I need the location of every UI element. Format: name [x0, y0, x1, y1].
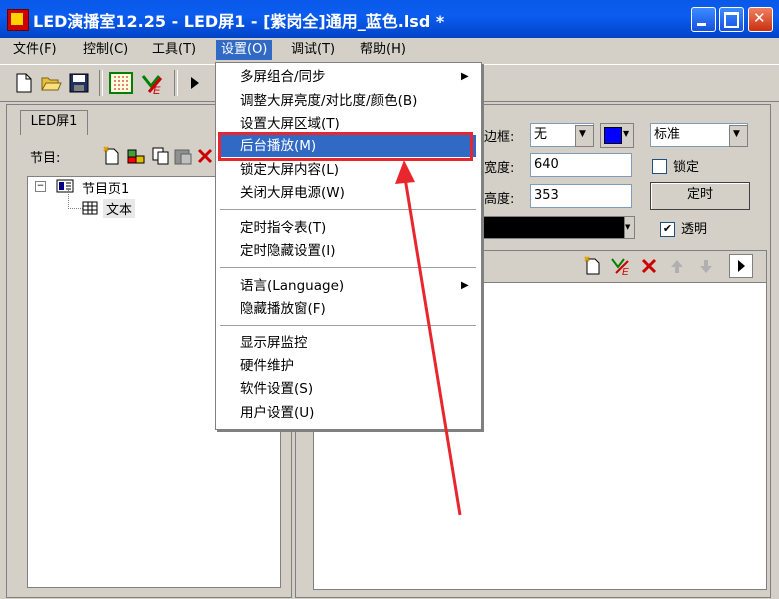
width-label: 宽度:	[484, 161, 515, 176]
delete-item-icon[interactable]	[640, 257, 658, 279]
menu-item-monitor[interactable]: 显示屏监控	[240, 332, 308, 354]
program-label: 节目:	[30, 151, 61, 166]
play-icon[interactable]	[187, 72, 209, 94]
menu-item-timer-hide[interactable]: 定时隐藏设置(I)	[240, 240, 336, 262]
move-up-icon[interactable]	[668, 257, 686, 279]
chevron-down-icon[interactable]: ▼	[624, 216, 635, 239]
menu-item-multi-screen[interactable]: 多屏组合/同步	[240, 66, 326, 88]
height-input[interactable]: 353	[530, 184, 632, 208]
tree-item-text[interactable]: 文本	[103, 199, 136, 218]
menu-settings[interactable]: 设置(O)	[216, 40, 273, 60]
tree-item-page[interactable]: 节目页1	[82, 178, 129, 197]
color-swatch	[604, 127, 622, 144]
delete-icon[interactable]	[196, 146, 214, 170]
menu-help[interactable]: 帮助(H)	[355, 40, 411, 60]
svg-text:E: E	[622, 267, 629, 277]
tree-collapse-toggle[interactable]: −	[35, 181, 46, 192]
height-label: 高度:	[484, 192, 515, 207]
menu-separator	[220, 325, 476, 327]
close-button[interactable]	[748, 7, 773, 32]
menu-item-hardware[interactable]: 硬件维护	[240, 355, 294, 377]
screen-grid-icon[interactable]	[109, 72, 133, 94]
submenu-arrow-icon: ▶	[461, 280, 469, 291]
settings-dropdown: 多屏组合/同步 ▶ 调整大屏亮度/对比度/颜色(B) 设置大屏区域(T) 后台播…	[215, 62, 482, 430]
menu-file[interactable]: 文件(F)	[8, 40, 62, 60]
play-preview-button[interactable]	[729, 254, 753, 278]
svg-text:E: E	[153, 85, 161, 96]
timer-button[interactable]: 定时	[650, 182, 750, 210]
width-input[interactable]: 640	[530, 153, 632, 177]
border-color-picker[interactable]: ▼	[600, 123, 634, 148]
edit-item-icon[interactable]: E	[610, 255, 632, 281]
menu-item-timer-table[interactable]: 定时指令表(T)	[240, 217, 326, 239]
add-program-icon[interactable]	[103, 146, 121, 170]
menu-item-hide-player[interactable]: 隐藏播放窗(F)	[240, 298, 326, 320]
transparent-checkbox[interactable]: ✔	[660, 222, 675, 237]
color-select[interactable]	[480, 216, 626, 239]
add-text-icon[interactable]	[584, 256, 602, 280]
open-folder-icon[interactable]	[40, 72, 62, 94]
toolbar-separator	[99, 70, 103, 96]
text-item-icon	[82, 201, 98, 219]
toolbar-separator	[174, 70, 178, 96]
move-down-icon[interactable]	[697, 257, 715, 279]
menu-control[interactable]: 控制(C)	[78, 40, 133, 60]
annotation-highlight-box	[218, 132, 473, 161]
menu-item-user-settings[interactable]: 用户设置(U)	[240, 402, 314, 424]
copy-icon[interactable]	[151, 146, 171, 170]
menu-separator	[220, 209, 476, 211]
edit-text-icon[interactable]: E	[141, 72, 163, 97]
style-select-value: 标准	[654, 127, 681, 142]
lock-label: 锁定	[673, 160, 700, 175]
chevron-down-icon[interactable]	[575, 125, 594, 147]
minimize-button[interactable]	[691, 7, 716, 32]
width-value: 640	[534, 157, 559, 172]
height-value: 353	[534, 188, 559, 203]
menu-debug[interactable]: 调试(T)	[286, 40, 340, 60]
border-select-value: 无	[534, 127, 548, 142]
lock-checkbox[interactable]	[652, 159, 667, 174]
menu-item-power-off[interactable]: 关闭大屏电源(W)	[240, 182, 345, 204]
menu-separator	[220, 267, 476, 269]
menu-tools[interactable]: 工具(T)	[147, 40, 201, 60]
paste-icon[interactable]	[173, 146, 193, 170]
menu-item-software-settings[interactable]: 软件设置(S)	[240, 378, 313, 400]
tab-led-screen[interactable]: LED屏1	[20, 110, 88, 135]
save-icon[interactable]	[68, 72, 90, 94]
submenu-arrow-icon: ▶	[461, 71, 469, 82]
window-title: LED演播室12.25 - LED屏1 - [紫岗全]通用_蓝色.lsd *	[33, 12, 445, 31]
menu-item-brightness[interactable]: 调整大屏亮度/对比度/颜色(B)	[240, 90, 417, 112]
menu-item-lock-screen[interactable]: 锁定大屏内容(L)	[240, 159, 339, 181]
add-item-icon[interactable]	[125, 146, 147, 170]
menu-item-language[interactable]: 语言(Language)	[240, 275, 344, 297]
chevron-down-icon: ▼	[623, 129, 630, 138]
transparent-label: 透明	[681, 222, 708, 237]
app-icon	[7, 9, 29, 31]
maximize-button[interactable]	[719, 7, 744, 32]
new-file-icon[interactable]	[14, 72, 36, 94]
chevron-down-icon[interactable]	[729, 125, 748, 147]
tree-line	[68, 190, 83, 209]
border-label: 边框:	[484, 130, 515, 145]
